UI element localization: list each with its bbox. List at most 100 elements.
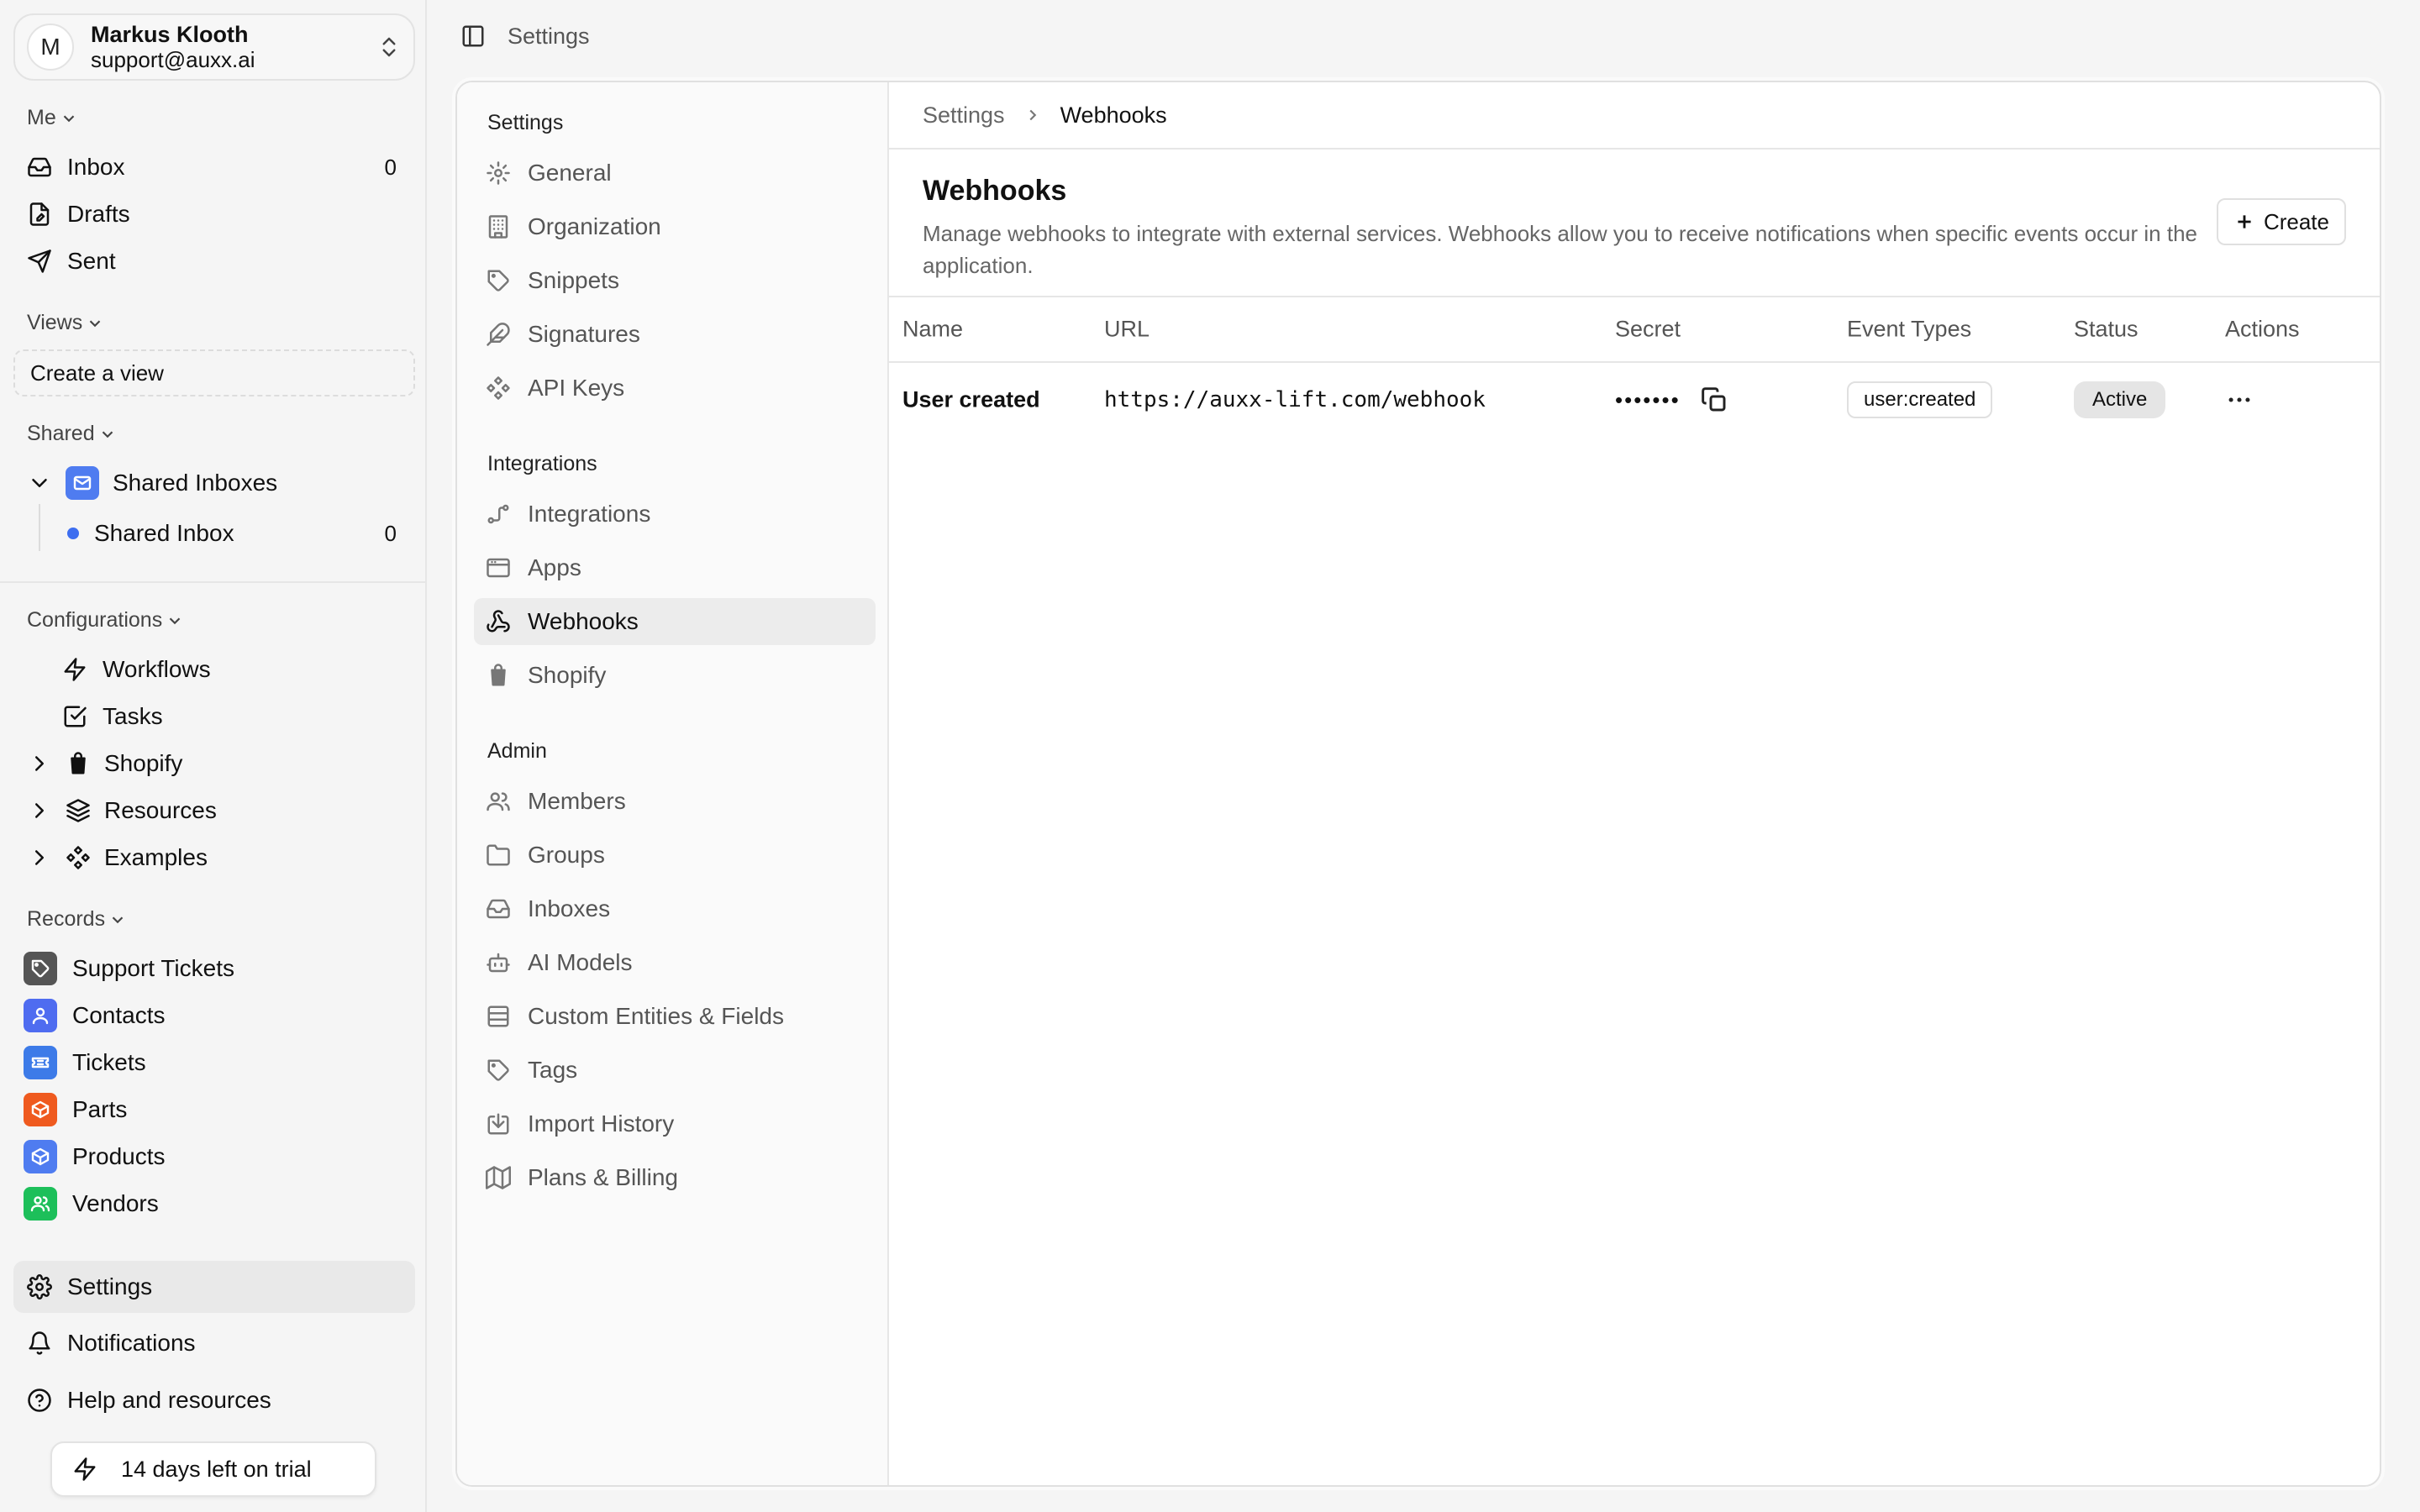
settings-nav-heading: Integrations [487, 452, 597, 475]
components-icon [66, 845, 91, 870]
sidebar-item-contacts[interactable]: Contacts [13, 992, 415, 1039]
tree-guide-line [39, 504, 40, 551]
column-header-actions: Actions [2225, 316, 2300, 342]
sidebar-item-shopify[interactable]: Shopify [13, 740, 415, 787]
sidebar-item-help[interactable]: Help and resources [13, 1377, 415, 1424]
settings-nav-label: Members [528, 788, 626, 814]
sidebar-item-resources[interactable]: Resources [13, 787, 415, 834]
more-actions-icon[interactable] [2225, 386, 2254, 414]
section-shared-toggle[interactable]: Shared [27, 422, 117, 446]
trial-button[interactable]: 14 days left on trial [50, 1441, 376, 1497]
ticket-icon [24, 1046, 57, 1079]
inbox-icon [486, 896, 511, 921]
create-webhook-button[interactable]: Create [2216, 198, 2346, 245]
breadcrumb: Settings Webhooks [889, 82, 2380, 150]
workflow-icon [486, 501, 511, 527]
user-icon [24, 999, 57, 1032]
sidebar-item-tickets[interactable]: Tickets [13, 1039, 415, 1086]
settings-nav-general[interactable]: General [474, 150, 876, 197]
sidebar-toggle-icon[interactable] [460, 24, 486, 49]
settings-nav-import-history[interactable]: Import History [474, 1100, 876, 1147]
package-icon [24, 1140, 57, 1173]
section-views-toggle[interactable]: Views [27, 311, 104, 335]
create-view-button[interactable]: Create a view [13, 349, 415, 396]
settings-nav-shopify[interactable]: Shopify [474, 652, 876, 699]
shopify-icon [66, 751, 91, 776]
settings-nav-inboxes[interactable]: Inboxes [474, 885, 876, 932]
send-icon [27, 249, 52, 274]
column-header-name[interactable]: Name [902, 317, 963, 343]
sidebar-item-inbox[interactable]: Inbox 0 [13, 144, 415, 191]
app-sidebar: M Markus Klooth support@auxx.ai Me Inbox… [0, 0, 427, 1512]
section-records-toggle[interactable]: Records [27, 907, 127, 932]
section-configurations-toggle[interactable]: Configurations [27, 608, 184, 633]
sidebar-item-drafts[interactable]: Drafts [13, 191, 415, 238]
sidebar-item-label: Settings [67, 1273, 153, 1299]
sidebar-item-label: Help and resources [67, 1387, 271, 1413]
ticket-tag-icon [24, 952, 57, 985]
settings-nav-organization[interactable]: Organization [474, 203, 876, 250]
sidebar-item-label: Tickets [72, 1049, 146, 1075]
table-icon [486, 1004, 511, 1029]
settings-nav-members[interactable]: Members [474, 778, 876, 825]
table-row[interactable]: User created https://auxx-lift.com/webho… [889, 363, 2380, 437]
plus-icon [2233, 211, 2255, 233]
chevron-right-icon[interactable] [27, 798, 52, 823]
settings-nav-groups[interactable]: Groups [474, 832, 876, 879]
settings-nav-signatures[interactable]: Signatures [474, 311, 876, 358]
settings-nav-webhooks[interactable]: Webhooks [474, 598, 876, 645]
account-switcher[interactable]: M Markus Klooth support@auxx.ai [13, 13, 415, 81]
settings-nav-label: Tags [528, 1057, 578, 1083]
sidebar-item-shared-inbox[interactable]: Shared Inbox 0 [13, 510, 415, 557]
sidebar-item-examples[interactable]: Examples [13, 834, 415, 881]
settings-nav-label: Inboxes [528, 895, 611, 921]
copy-icon[interactable] [1701, 386, 1728, 413]
column-header-status[interactable]: Status [2074, 317, 2139, 343]
settings-nav-ai-models[interactable]: AI Models [474, 939, 876, 986]
settings-nav-label: Apps [528, 554, 581, 580]
sidebar-item-vendors[interactable]: Vendors [13, 1180, 415, 1227]
sidebar-item-label: Shopify [104, 750, 183, 776]
section-me-toggle[interactable]: Me [27, 106, 78, 130]
map-icon [486, 1165, 511, 1190]
sidebar-item-shared-inboxes[interactable]: Shared Inboxes [13, 459, 415, 507]
user-info: Markus Klooth support@auxx.ai [91, 22, 376, 72]
shared-inbox-count: 0 [384, 520, 397, 546]
box-icon [24, 1093, 57, 1126]
column-header-event-types[interactable]: Event Types [1847, 317, 1971, 343]
sidebar-item-sent[interactable]: Sent [13, 238, 415, 285]
sidebar-item-parts[interactable]: Parts [13, 1086, 415, 1133]
table-header: Name URL Secret Event Types Status Actio… [889, 296, 2380, 363]
sidebar-item-workflows[interactable]: Workflows [13, 646, 415, 693]
chevron-down-icon[interactable] [27, 470, 52, 496]
sidebar-item-label: Shared Inboxes [113, 470, 278, 496]
breadcrumb-settings[interactable]: Settings [923, 102, 1005, 129]
section-configurations-label: Configurations [27, 608, 163, 632]
chevron-right-icon[interactable] [27, 751, 52, 776]
feather-icon [486, 322, 511, 347]
settings-nav-tags[interactable]: Tags [474, 1047, 876, 1094]
settings-nav-plans-billing[interactable]: Plans & Billing [474, 1154, 876, 1201]
settings-nav-label: AI Models [528, 949, 633, 975]
status-dot [67, 528, 79, 539]
sidebar-item-products[interactable]: Products [13, 1133, 415, 1180]
sidebar-item-settings[interactable]: Settings [13, 1261, 415, 1313]
column-header-url[interactable]: URL [1104, 317, 1150, 343]
settings-nav-snippets[interactable]: Snippets [474, 257, 876, 304]
sidebar-item-support-tickets[interactable]: Support Tickets [13, 945, 415, 992]
sidebar-item-label: Support Tickets [72, 955, 234, 981]
tag-icon [486, 1058, 511, 1083]
settings-nav-api-keys[interactable]: API Keys [474, 365, 876, 412]
sidebar-item-tasks[interactable]: Tasks [13, 693, 415, 740]
column-header-secret[interactable]: Secret [1615, 317, 1681, 343]
settings-nav-custom-entities[interactable]: Custom Entities & Fields [474, 993, 876, 1040]
settings-nav-integrations[interactable]: Integrations [474, 491, 876, 538]
chevron-down-icon [98, 425, 117, 444]
chevron-right-icon[interactable] [27, 845, 52, 870]
settings-nav-apps[interactable]: Apps [474, 544, 876, 591]
sidebar-item-label: Parts [72, 1096, 128, 1122]
settings-nav-label: Webhooks [528, 608, 639, 634]
sidebar-item-notifications[interactable]: Notifications [13, 1320, 415, 1367]
gear-icon [27, 1274, 52, 1299]
settings-nav-label: Integrations [528, 501, 651, 527]
